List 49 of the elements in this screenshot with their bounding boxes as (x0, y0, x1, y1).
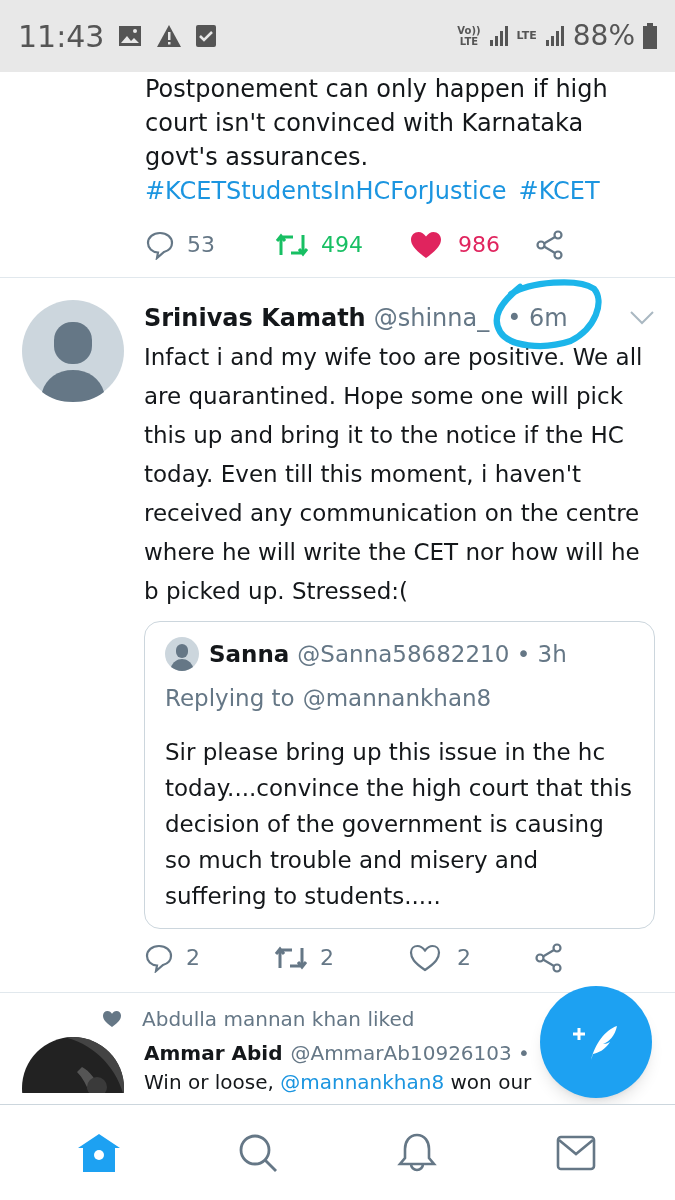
mention-link[interactable]: @mannankhan8 (280, 1070, 445, 1094)
share-icon (534, 942, 564, 973)
share-button[interactable] (535, 229, 565, 260)
author-name[interactable]: Ammar Abid (144, 1037, 283, 1069)
checkbox-icon (196, 25, 217, 47)
like-button[interactable]: 986 (410, 228, 535, 261)
reply-button[interactable]: 2 (144, 941, 274, 974)
social-context: Abdulla mannan khan liked (142, 1006, 415, 1033)
status-time: 11:43 (18, 17, 105, 56)
quoted-tweet-card[interactable] (144, 621, 655, 929)
heart-icon (409, 943, 441, 972)
hashtag-link[interactable]: #KCETStudentsInHCForJustice (145, 174, 507, 208)
share-button[interactable] (534, 942, 564, 973)
reply-icon (144, 942, 174, 973)
signal-icon (488, 26, 509, 46)
warning-icon (156, 24, 183, 48)
heart-icon (102, 1010, 122, 1028)
heart-icon (410, 230, 442, 259)
quoted-tweet-text: Sir please bring up this issue in the hc today....convince the high court that this decision of the government is causing so much trouble and misery and suffering to students..... (165, 738, 633, 911)
battery-percent: 88% (572, 18, 635, 54)
mail-icon (555, 1134, 596, 1171)
image-icon (118, 25, 143, 47)
signal-icon (544, 26, 565, 46)
author-handle: @shinna_ (373, 303, 490, 334)
replying-label: Replying to (165, 684, 295, 713)
author-handle: @AmmarAb10926103 • (290, 1040, 530, 1067)
reply-icon (145, 229, 175, 260)
bell-icon (396, 1132, 437, 1173)
tweet-time: • 6m (507, 304, 568, 332)
tweet-text: Postponement can only happen if high court isn't convinced with Karnataka govt's assurances. (145, 74, 609, 173)
author-name: Sanna (209, 640, 290, 669)
share-icon (535, 229, 565, 260)
tweet-text: Win or loose, @mannankhan8 won our (144, 1069, 533, 1095)
author-handle: @Sanna58682210 • 3h (297, 640, 567, 669)
retweet-button[interactable]: 2 (274, 941, 409, 974)
battery-icon (643, 23, 657, 49)
avatar-icon (165, 637, 199, 671)
author-name[interactable]: Srinivas Kamath (144, 300, 366, 336)
reply-button[interactable]: 53 (145, 228, 275, 261)
network-label: Vo)) LTE (457, 25, 481, 47)
search-icon (238, 1132, 279, 1173)
like-button[interactable]: 2 (409, 941, 534, 974)
home-icon (77, 1132, 122, 1173)
tweet-text: Infact i and my wife too are positive. We all are quarantined. Hope some one will pick this up and bring it to the notice if the HC today. Even till this moment, i haven't received any communication on the centre where he will write the CET nor how will he b picked up. Stressed:( (144, 343, 644, 606)
retweet-button[interactable]: 494 (275, 228, 410, 261)
mention-link[interactable]: @mannankhan8 (302, 676, 492, 720)
hashtag-link[interactable]: #KCET (518, 174, 600, 208)
avatar-icon[interactable] (22, 300, 124, 402)
network-label: LTE (516, 27, 537, 44)
